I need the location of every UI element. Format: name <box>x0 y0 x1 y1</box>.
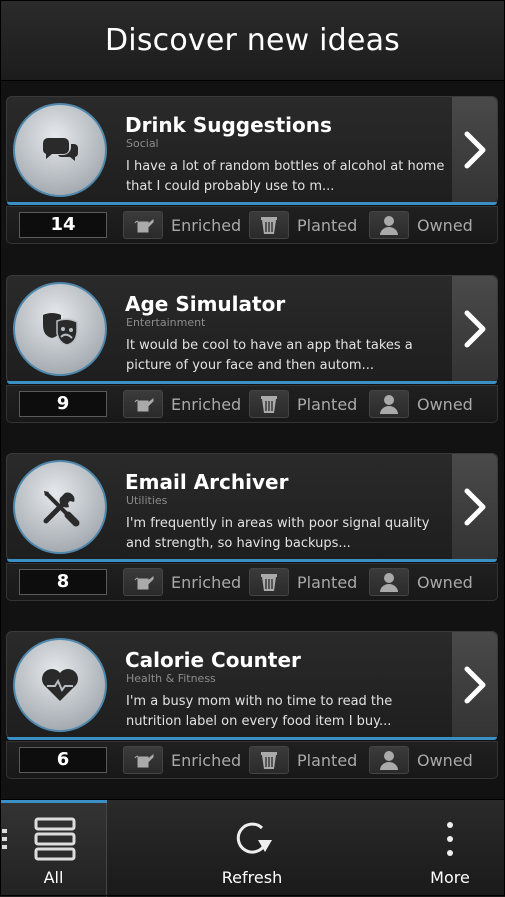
open-idea-button[interactable] <box>452 97 497 203</box>
person-icon <box>369 390 409 418</box>
person-icon <box>369 211 409 239</box>
planted-label: Planted <box>297 572 358 592</box>
watering-can-icon <box>123 746 163 774</box>
refresh-icon <box>236 822 272 854</box>
theater-masks-icon <box>13 282 107 376</box>
idea-actions-bar: 9 Enriched Planted Owned <box>6 385 498 423</box>
tab-all-label: All <box>43 868 64 887</box>
idea-card-header[interactable]: Calorie Counter Health & Fitness I'm a b… <box>6 631 498 740</box>
enriched-label: Enriched <box>171 394 242 414</box>
more-button[interactable]: More <box>400 800 500 897</box>
watering-can-icon <box>123 390 163 418</box>
chevron-right-icon <box>464 488 485 526</box>
idea-card-header[interactable]: Email Archiver Utilities I'm frequently … <box>6 453 498 562</box>
idea-description: I'm a busy mom with no time to read the … <box>126 694 393 729</box>
open-idea-button[interactable] <box>452 632 497 738</box>
idea-card[interactable]: Age Simulator Entertainment It would be … <box>6 275 498 427</box>
owned-button[interactable]: Owned <box>369 389 473 419</box>
idea-category: Social <box>126 137 159 150</box>
idea-title: Drink Suggestions <box>125 113 332 137</box>
heart-pulse-icon <box>13 638 107 732</box>
idea-card[interactable]: Drink Suggestions Social I have a lot of… <box>6 96 498 248</box>
enriched-label: Enriched <box>171 750 242 770</box>
enriched-button[interactable]: Enriched <box>123 567 241 597</box>
refresh-label: Refresh <box>221 868 283 887</box>
idea-card-header[interactable]: Drink Suggestions Social I have a lot of… <box>6 96 498 205</box>
idea-count: 6 <box>19 747 107 773</box>
person-icon <box>369 568 409 596</box>
idea-card[interactable]: Email Archiver Utilities I'm frequently … <box>6 453 498 605</box>
tab-all[interactable]: All <box>0 800 107 897</box>
watering-can-icon <box>123 568 163 596</box>
owned-label: Owned <box>417 394 473 414</box>
owned-button[interactable]: Owned <box>369 567 473 597</box>
idea-category: Health & Fitness <box>126 672 216 685</box>
idea-category: Utilities <box>126 494 168 507</box>
planted-button[interactable]: Planted <box>249 210 357 240</box>
idea-count: 9 <box>19 391 107 417</box>
watering-can-icon <box>123 211 163 239</box>
idea-count: 14 <box>19 212 107 238</box>
idea-card-header[interactable]: Age Simulator Entertainment It would be … <box>6 275 498 384</box>
owned-label: Owned <box>417 572 473 592</box>
enriched-label: Enriched <box>171 572 242 592</box>
idea-category: Entertainment <box>126 316 206 329</box>
enriched-button[interactable]: Enriched <box>123 745 241 775</box>
idea-title: Email Archiver <box>125 470 289 494</box>
planted-label: Planted <box>297 394 358 414</box>
idea-description: It would be cool to have an app that tak… <box>126 338 413 373</box>
planted-button[interactable]: Planted <box>249 745 357 775</box>
chevron-right-icon <box>464 666 485 704</box>
owned-label: Owned <box>417 215 473 235</box>
owned-label: Owned <box>417 750 473 770</box>
pot-icon <box>249 568 289 596</box>
idea-actions-bar: 14 Enriched Planted Owned <box>6 206 498 244</box>
planted-label: Planted <box>297 215 358 235</box>
pot-icon <box>249 390 289 418</box>
chevron-right-icon <box>464 310 485 348</box>
wrench-screwdriver-icon <box>13 460 107 554</box>
idea-count: 8 <box>19 569 107 595</box>
chevron-right-icon <box>464 131 485 169</box>
pot-icon <box>249 211 289 239</box>
owned-button[interactable]: Owned <box>369 210 473 240</box>
idea-card[interactable]: Calorie Counter Health & Fitness I'm a b… <box>6 631 498 783</box>
title-bar: Discover new ideas <box>0 0 505 81</box>
speech-bubbles-icon <box>13 103 107 197</box>
more-label: More <box>430 868 470 887</box>
person-icon <box>369 746 409 774</box>
refresh-button[interactable]: Refresh <box>200 800 304 897</box>
enriched-label: Enriched <box>171 215 242 235</box>
page-title: Discover new ideas <box>105 22 400 58</box>
planted-button[interactable]: Planted <box>249 389 357 419</box>
overflow-menu-icon <box>447 822 453 856</box>
idea-title: Calorie Counter <box>125 648 301 672</box>
enriched-button[interactable]: Enriched <box>123 210 241 240</box>
pot-icon <box>249 746 289 774</box>
open-idea-button[interactable] <box>452 276 497 382</box>
list-view-icon <box>2 817 76 861</box>
idea-description: I have a lot of random bottles of alcoho… <box>126 159 445 194</box>
planted-label: Planted <box>297 750 358 770</box>
enriched-button[interactable]: Enriched <box>123 389 241 419</box>
idea-actions-bar: 8 Enriched Planted Owned <box>6 563 498 601</box>
ideas-list[interactable]: Drink Suggestions Social I have a lot of… <box>0 81 505 799</box>
planted-button[interactable]: Planted <box>249 567 357 597</box>
idea-description: I'm frequently in areas with poor signal… <box>126 516 430 551</box>
owned-button[interactable]: Owned <box>369 745 473 775</box>
open-idea-button[interactable] <box>452 454 497 560</box>
idea-actions-bar: 6 Enriched Planted Owned <box>6 741 498 779</box>
action-bar: All Refresh More <box>0 799 505 897</box>
idea-title: Age Simulator <box>125 292 286 316</box>
